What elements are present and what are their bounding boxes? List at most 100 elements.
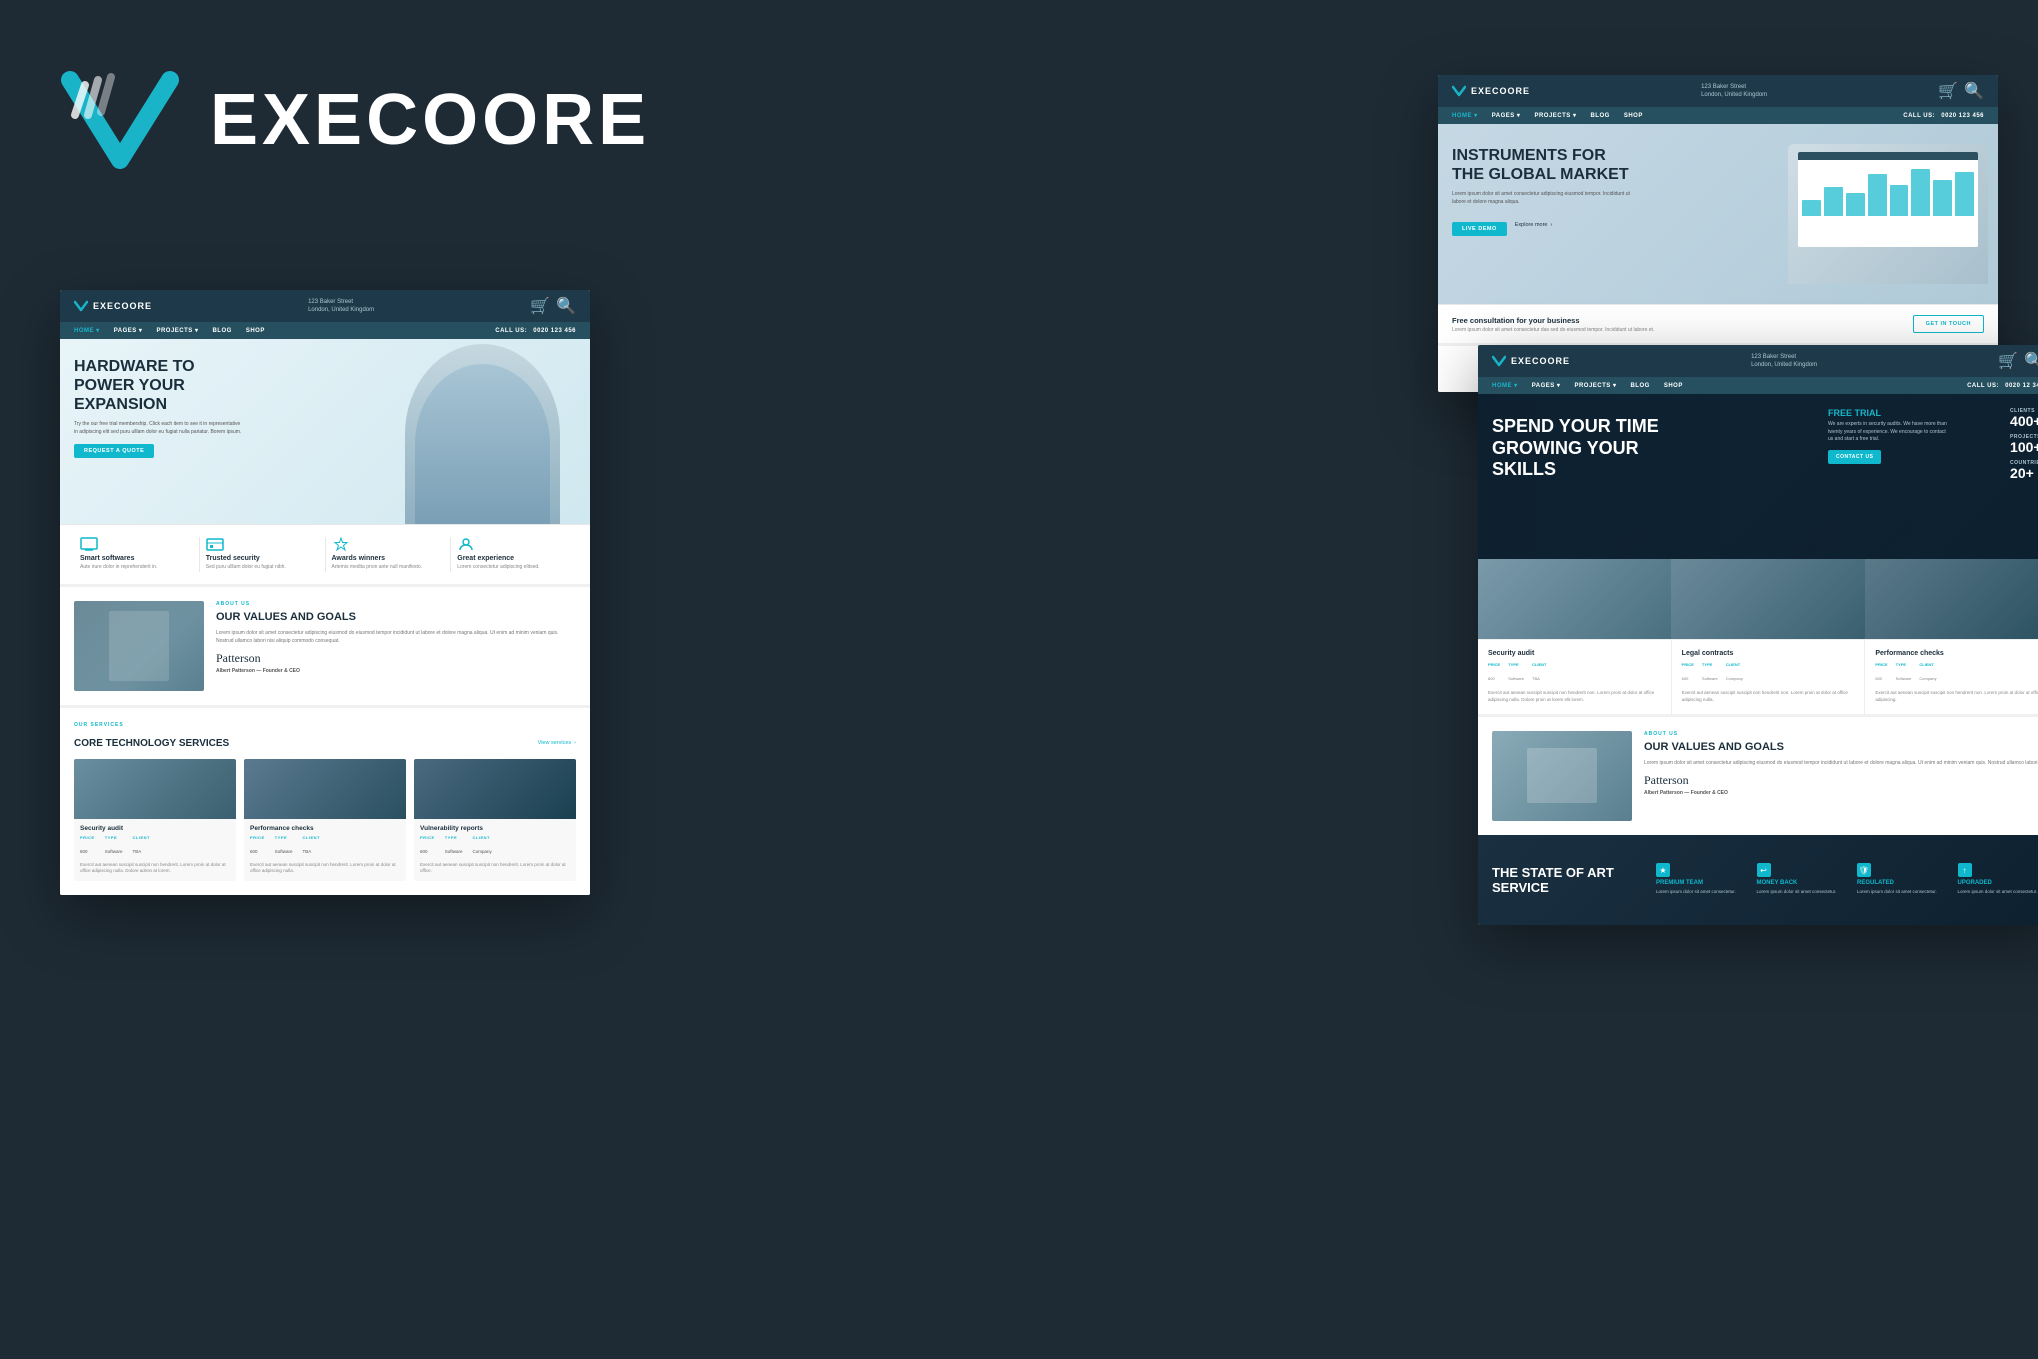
- card2-nav-shop[interactable]: SHOP: [1624, 113, 1643, 119]
- card1-hero: HARDWARE TO POWER YOUR EXPANSION Try the…: [60, 339, 590, 524]
- view-services-link[interactable]: View services ›: [538, 740, 576, 746]
- audit-cards: Security audit PRICE600 TYPESoftware CLI…: [1478, 639, 2038, 714]
- about-desc-3: Lorem ipsum dolor sit amet consectetur a…: [1644, 759, 2038, 767]
- service-card-3: Vulnerability reports PRICE600 TYPESoftw…: [414, 759, 576, 882]
- srv-img-2: [1671, 559, 1864, 639]
- card1-features: Smart softwares Aute irure dolor in repr…: [60, 524, 590, 584]
- card3-about: ABOUT US OUR VALUES AND GOALS Lorem ipsu…: [1478, 714, 2038, 835]
- services-grid: Security audit PRICE600 TYPESoftware CLI…: [74, 759, 576, 882]
- card3-brand: EXECOORE: [1492, 354, 1570, 368]
- free-trial-title: FREE TRIAL: [1828, 408, 1948, 418]
- card3-hero-title: SPEND YOUR TIME GROWING YOUR SKILLS: [1492, 416, 1692, 481]
- card3-top-nav: EXECOORE 123 Baker Street London, United…: [1478, 345, 2038, 377]
- feature-3-title: Awards winners: [332, 555, 445, 562]
- about-signature: Patterson: [216, 651, 576, 666]
- audit-card-2: Legal contracts PRICE600 TYPESoftware CL…: [1672, 640, 1866, 714]
- card2-nav-projects[interactable]: PROJECTS ▾: [1534, 112, 1576, 119]
- card2-address: 123 Baker Street London, United Kingdom: [1701, 83, 1767, 100]
- service-img-2: [244, 759, 406, 819]
- card2-explore-btn[interactable]: Explore more ›: [1515, 222, 1553, 228]
- card3-nav-pages[interactable]: PAGES ▾: [1532, 382, 1561, 389]
- card2-nav-home[interactable]: HOME ▾: [1452, 112, 1478, 119]
- about-title: OUR VALUES AND GOALS: [216, 610, 576, 624]
- about-label: ABOUT US: [216, 601, 576, 607]
- card3-services-preview: [1478, 559, 2038, 639]
- consult-title: Free consultation for your business: [1452, 316, 1654, 325]
- card3-hero: SPEND YOUR TIME GROWING YOUR SKILLS FREE…: [1478, 394, 2038, 559]
- audit-card-3: Performance checks PRICE600 TYPESoftware…: [1865, 640, 2038, 714]
- free-trial-text: We are experts in security audits. We ha…: [1828, 421, 1948, 444]
- author-name: Albert Patterson — Founder & CEO: [216, 668, 576, 674]
- card3-nav-projects[interactable]: PROJECTS ▾: [1574, 382, 1616, 389]
- feature-1-title: Smart softwares: [80, 555, 193, 562]
- card1-brand-name: EXECOORE: [93, 301, 152, 311]
- feature-2-title: Trusted security: [206, 555, 319, 562]
- card3-about-text: ABOUT US OUR VALUES AND GOALS Lorem ipsu…: [1632, 731, 2038, 821]
- consult-btn[interactable]: Get In touch: [1913, 315, 1984, 333]
- feature-4-desc: Lorem consectetur adipiscing elitsed.: [457, 564, 570, 572]
- card1-address: 123 Baker Street London, United Kingdom: [308, 298, 374, 315]
- service-info-1: Security audit PRICE600 TYPESoftware CLI…: [74, 819, 236, 882]
- about-image-3: [1492, 731, 1632, 821]
- smart-software-icon: [80, 537, 98, 551]
- card2-live-demo-btn[interactable]: Live Demo: [1452, 222, 1507, 236]
- cart-icon-3: 🛒: [1998, 351, 2018, 371]
- card3-nav-blog[interactable]: BLOG: [1630, 383, 1649, 389]
- service-img-3: [414, 759, 576, 819]
- experience-icon: [457, 537, 475, 551]
- card2-nav-menu: HOME ▾ PAGES ▾ PROJECTS ▾ BLOG SHOP CALL…: [1438, 107, 1998, 124]
- nav-shop[interactable]: SHOP: [246, 328, 265, 334]
- srv-img-3: [1865, 559, 2038, 639]
- card2-nav-blog[interactable]: BLOG: [1590, 113, 1609, 119]
- stats-box: CLIENTS 400+ PROJECTS 100+ COUNTRIES 20+: [2010, 408, 2038, 486]
- card1-request-btn[interactable]: REQUEST A QUOTE: [74, 444, 154, 458]
- services-title-row: CORE TECHNOLOGY SERVICES View services ›: [74, 738, 576, 749]
- card2-top-nav: EXECOORE 123 Baker Street London, United…: [1438, 75, 1998, 107]
- card3-nav-shop[interactable]: SHOP: [1664, 383, 1683, 389]
- card3-nav-home[interactable]: HOME ▾: [1492, 382, 1518, 389]
- card3-bottom-strip: THE STATE OF ART SERVICE ★ PREMIUM TEAM …: [1478, 835, 2038, 925]
- card1-top-nav: EXECOORE 123 Baker Street London, United…: [60, 290, 590, 322]
- preview-card-3: EXECOORE 123 Baker Street London, United…: [1478, 345, 2038, 925]
- trusted-security-icon: [206, 537, 224, 551]
- regulated-icon: 🛡: [1857, 863, 1871, 877]
- audit-card-1: Security audit PRICE600 TYPESoftware CLI…: [1478, 640, 1672, 714]
- contact-us-btn[interactable]: CONTACT US: [1828, 450, 1881, 464]
- card1-brand: EXECOORE: [74, 299, 152, 313]
- about-signature-3: Patterson: [1644, 773, 2038, 788]
- hero-laptop-image: [1788, 144, 1988, 284]
- services-header: OUR SERVICES: [74, 722, 576, 730]
- service-info-3: Vulnerability reports PRICE600 TYPESoftw…: [414, 819, 576, 882]
- nav-blog[interactable]: BLOG: [212, 328, 231, 334]
- bottom-feature-4: ↑ UPGRADED Lorem ipsum dolor sit amet co…: [1958, 863, 2038, 896]
- card2-hero-text: INSTRUMENTS FOR THE GLOBAL MARKET Lorem …: [1452, 146, 1642, 236]
- brand-name: EXECOORE: [210, 79, 650, 161]
- feature-trusted-security: Trusted security Sed puru ulllam dolor e…: [200, 537, 326, 572]
- nav-projects[interactable]: PROJECTS ▾: [156, 327, 198, 334]
- card1-services: OUR SERVICES CORE TECHNOLOGY SERVICES Vi…: [60, 705, 590, 896]
- awards-icon: [332, 537, 350, 551]
- card2-nav-pages[interactable]: PAGES ▾: [1492, 112, 1521, 119]
- consult-desc: Lorem ipsum dolor sit amet consectetur d…: [1452, 327, 1654, 333]
- card2-consult-banner: Free consultation for your business Lore…: [1438, 304, 1998, 346]
- card2-hero-subtitle: Lorem ipsum dolor sit amet consectetur a…: [1452, 190, 1632, 206]
- card1-nav-icons: 🛒 🔍: [530, 296, 576, 316]
- preview-card-1: EXECOORE 123 Baker Street London, United…: [60, 290, 590, 895]
- card1-hero-subtitle: Try the our free trial membership. Click…: [74, 420, 244, 436]
- service-info-2: Performance checks PRICE600 TYPESoftware…: [244, 819, 406, 882]
- money-back-icon: ↩: [1757, 863, 1771, 877]
- premium-team-icon: ★: [1656, 863, 1670, 877]
- services-title: CORE TECHNOLOGY SERVICES: [74, 738, 229, 749]
- feature-1-desc: Aute irure dolor in reprehenderit in.: [80, 564, 193, 572]
- stat-countries: COUNTRIES 20+: [2010, 460, 2038, 480]
- nav-pages[interactable]: PAGES ▾: [114, 327, 143, 334]
- upgraded-icon: ↑: [1958, 863, 1972, 877]
- card2-call-us: CALL US: 0020 123 456: [1903, 113, 1984, 119]
- search-icon-3: 🔍: [2024, 351, 2038, 371]
- nav-home[interactable]: HOME ▾: [74, 327, 100, 334]
- srv-img-1: [1478, 559, 1671, 639]
- about-label-3: ABOUT US: [1644, 731, 2038, 737]
- cart-icon-2: 🛒: [1938, 81, 1958, 101]
- card3-brand-name: EXECOORE: [1511, 356, 1570, 366]
- call-us: CALL US: 0020 123 456: [495, 328, 576, 334]
